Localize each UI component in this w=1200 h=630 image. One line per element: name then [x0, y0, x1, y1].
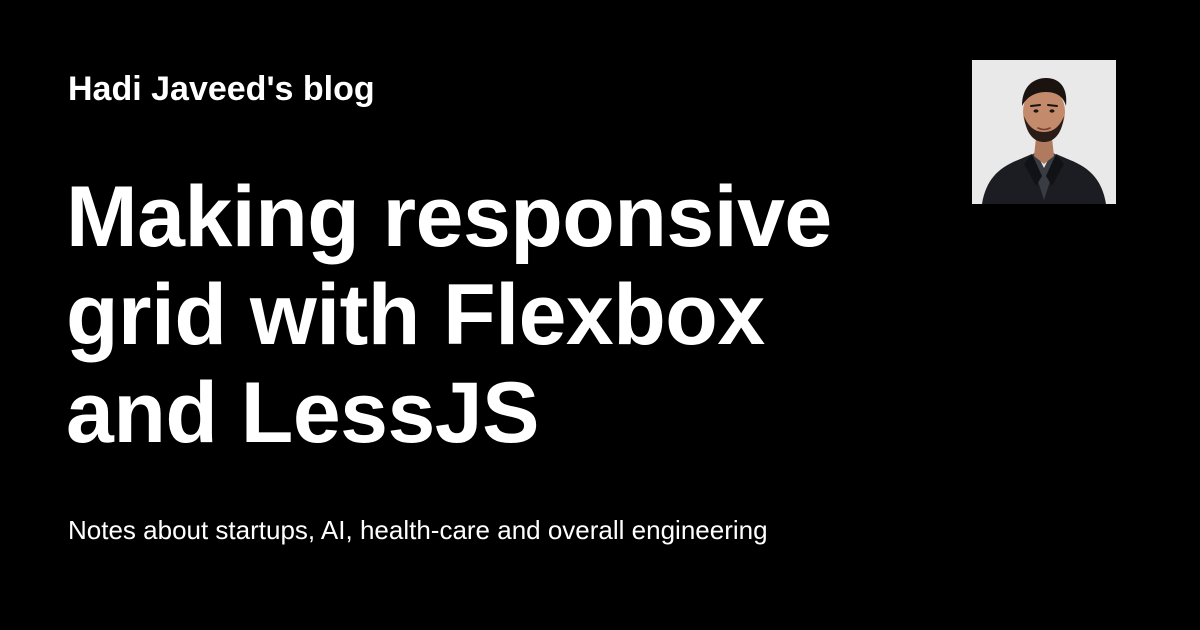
author-photo-icon: [972, 60, 1116, 204]
author-avatar: [972, 60, 1116, 204]
og-image-card: Hadi Javeed's blog Making responsive gri…: [0, 0, 1200, 630]
post-title: Making responsive grid with Flexbox and …: [66, 169, 832, 461]
blog-name: Hadi Javeed's blog: [68, 70, 375, 108]
blog-tagline: Notes about startups, AI, health-care an…: [68, 515, 768, 545]
